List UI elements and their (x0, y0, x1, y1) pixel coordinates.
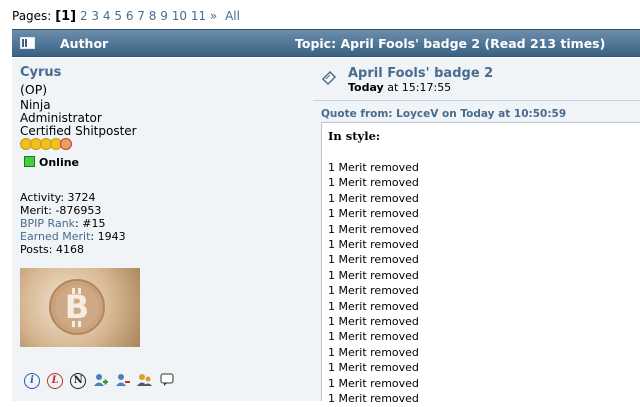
quote-header[interactable]: Quote from: LoyceV on Today at 10:50:59 (321, 108, 566, 120)
info-icon[interactable]: i (24, 373, 40, 389)
online-icon (24, 156, 35, 167)
bpip-rank-link[interactable]: BPIP Rank (20, 217, 75, 230)
post-title[interactable]: April Fools' badge 2 (348, 66, 493, 81)
merit-line: 1 Merit removed (328, 268, 419, 282)
merit-line: 1 Merit removed (328, 392, 419, 406)
merit-stat: Merit: -876953 (20, 204, 102, 217)
merit-list: 1 Merit removed 1 Merit removed 1 Merit … (328, 160, 419, 407)
poster-panel: Cyrus (OP) Ninja Administrator Certified… (12, 58, 313, 401)
pagination: Pages: [1] 2 3 4 5 6 7 8 9 10 11 » All (12, 9, 240, 24)
post-date-time: at 15:17:55 (383, 81, 452, 94)
merit-line: 1 Merit removed (328, 222, 419, 236)
n-badge-icon[interactable]: N (70, 373, 87, 389)
merit-line: 1 Merit removed (328, 253, 419, 267)
svg-text:B: B (65, 288, 89, 326)
page-link[interactable]: 2 (80, 9, 88, 23)
legendary-icon[interactable]: L (47, 373, 64, 389)
page-link[interactable]: 6 (126, 9, 134, 23)
post-divider (313, 100, 640, 101)
online-label: Online (39, 156, 80, 169)
topic-title: Topic: April Fools' badge 2 (Read 213 ti… (295, 36, 606, 51)
next-page-link[interactable]: » (210, 9, 217, 23)
merit-line: 1 Merit removed (328, 299, 419, 313)
poster-name[interactable]: Cyrus (20, 65, 61, 80)
op-label: (OP) (20, 82, 48, 97)
topic-header: Author Topic: April Fools' badge 2 (Read… (12, 29, 640, 57)
page-link[interactable]: 7 (137, 9, 145, 23)
merit-line: 1 Merit removed (328, 330, 419, 344)
all-pages-link[interactable]: All (225, 9, 240, 23)
bitcoin-avatar-icon: B (49, 279, 105, 335)
earned-merit-link[interactable]: Earned Merit (20, 230, 90, 243)
add-buddy-icon[interactable] (93, 373, 109, 387)
profile-icons: i L N (24, 373, 177, 389)
message-icon[interactable] (160, 373, 175, 387)
rank-coins-icon (20, 138, 72, 150)
posts-stat: Posts: 4168 (20, 243, 84, 256)
merit-line: 1 Merit removed (328, 238, 419, 252)
activity-stat: Activity: 3724 (20, 191, 96, 204)
earned-merit-stat: Earned Merit: 1943 (20, 230, 126, 243)
post-panel: April Fools' badge 2 Today at 15:17:55 Q… (313, 58, 640, 405)
page-link[interactable]: 8 (149, 9, 157, 23)
page-link[interactable]: 5 (114, 9, 122, 23)
merit-line: 1 Merit removed (328, 284, 419, 298)
post-icon (321, 70, 337, 86)
quote-style-label: In style: (328, 129, 381, 143)
merit-line: 1 Merit removed (328, 207, 419, 221)
merit-line: 1 Merit removed (328, 361, 419, 375)
avatar: B (20, 268, 140, 347)
remove-buddy-icon[interactable] (115, 373, 131, 387)
page-link[interactable]: 9 (160, 9, 168, 23)
bpip-rank-stat: BPIP Rank: #15 (20, 217, 105, 230)
merit-line: 1 Merit removed (328, 376, 419, 390)
quote-box: In style: 1 Merit removed 1 Merit remove… (321, 122, 640, 405)
earned-merit-value: : 1943 (90, 230, 126, 243)
merit-line: 1 Merit removed (328, 191, 419, 205)
page-link[interactable]: 11 (191, 9, 206, 23)
post-date-today: Today (348, 81, 384, 94)
topic-icon (20, 37, 35, 49)
online-status: Online (24, 156, 79, 169)
merit-line: 1 Merit removed (328, 161, 419, 174)
merit-line: 1 Merit removed (328, 176, 419, 190)
current-page: [1] (55, 9, 77, 24)
page-link[interactable]: 3 (91, 9, 99, 23)
page-link[interactable]: 4 (103, 9, 111, 23)
author-column-label: Author (60, 36, 109, 51)
trust-icon[interactable] (137, 373, 153, 387)
merit-line: 1 Merit removed (328, 345, 419, 359)
poster-rank: Ninja (20, 98, 51, 112)
post-date: Today at 15:17:55 (348, 81, 451, 94)
page-link[interactable]: 10 (172, 9, 187, 23)
bpip-rank-value: : #15 (75, 217, 106, 230)
poster-group: Administrator (20, 111, 102, 125)
pages-label: Pages: (12, 9, 52, 23)
merit-line: 1 Merit removed (328, 315, 419, 329)
poster-custom-title: Certified Shitposter (20, 124, 137, 138)
